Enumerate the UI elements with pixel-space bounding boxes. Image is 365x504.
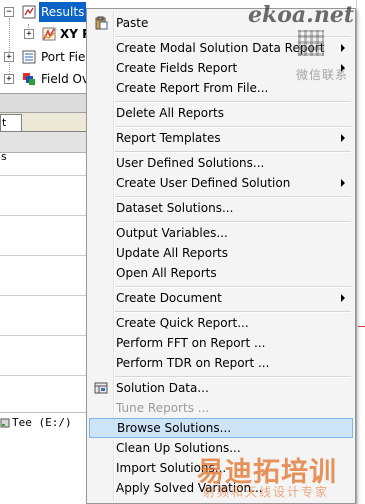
menu-item-label: Perform TDR on Report ... <box>116 356 270 370</box>
menu-item-perform-fft-on-report[interactable]: Perform FFT on Report ... <box>89 333 353 353</box>
divider <box>0 335 88 336</box>
solution-data-icon <box>94 382 108 394</box>
tab-strip: t <box>0 113 100 132</box>
menu-item-label: Create User Defined Solution <box>116 176 291 190</box>
qr-code-icon <box>298 30 324 56</box>
tree-item-label: Port Fie <box>41 50 86 64</box>
tree-item-results[interactable]: − Results <box>0 2 100 22</box>
tab-project[interactable]: t <box>0 114 22 131</box>
menu-item-create-quick-report[interactable]: Create Quick Report... <box>89 313 353 333</box>
tree-item-port-field[interactable]: + Port Fie <box>0 47 100 67</box>
menu-item-label: User Defined Solutions... <box>116 156 265 170</box>
drive-label: Tee (E:/) <box>12 416 72 429</box>
menu-item-delete-all-reports[interactable]: Delete All Reports <box>89 103 353 123</box>
drive-icon <box>0 418 10 428</box>
menu-item-label: Browse Solutions... <box>117 421 232 435</box>
menu-item-solution-data[interactable]: Solution Data... <box>89 378 353 398</box>
watermark-bottom: 易迪拓培训 射频和天线设计专家 <box>195 450 365 504</box>
results-folder-icon <box>22 5 36 19</box>
divider <box>0 215 88 216</box>
menu-item-create-document[interactable]: Create Document <box>89 288 353 308</box>
menu-item-label: Perform FFT on Report ... <box>116 336 266 350</box>
menu-item-label: Delete All Reports <box>116 106 224 120</box>
menu-item-label: Create Fields Report <box>116 61 238 75</box>
submenu-arrow-icon <box>341 134 345 142</box>
plot-trace-fragment <box>358 326 365 327</box>
expand-icon[interactable]: + <box>4 52 14 62</box>
paste-icon <box>95 16 108 30</box>
tree-item-field-overlays[interactable]: + Field Ov <box>0 69 100 89</box>
menu-item-tune-reports: Tune Reports ... <box>89 398 353 418</box>
horizontal-scrollbar[interactable] <box>0 93 100 113</box>
divider <box>0 295 88 296</box>
tree-item-label: Field Ov <box>41 72 90 86</box>
menu-item-label: Output Variables... <box>116 226 228 240</box>
menu-item-perform-tdr-on-report[interactable]: Perform TDR on Report ... <box>89 353 353 373</box>
tree-item-xy-plot[interactable]: + XY P <box>0 24 100 44</box>
menu-item-dataset-solutions[interactable]: Dataset Solutions... <box>89 198 353 218</box>
collapse-icon[interactable]: − <box>4 7 14 17</box>
watermark-slogan: 射频和天线设计专家 <box>203 485 330 499</box>
properties-header <box>0 132 100 153</box>
menu-item-label: Update All Reports <box>116 246 228 260</box>
menu-item-open-all-reports[interactable]: Open All Reports <box>89 263 353 283</box>
menu-item-label: Open All Reports <box>116 266 217 280</box>
menu-item-label: Solution Data... <box>116 381 209 395</box>
menu-item-create-user-defined-solution[interactable]: Create User Defined Solution <box>89 173 353 193</box>
menu-item-label: Create Quick Report... <box>116 316 249 330</box>
watermark-text: 微信联系 <box>296 68 349 82</box>
watermark-logo: ekoa.net <box>248 2 354 28</box>
divider <box>0 255 88 256</box>
expand-icon[interactable]: + <box>24 29 34 39</box>
port-field-icon <box>22 50 36 64</box>
expand-icon[interactable]: + <box>4 74 14 84</box>
xy-plot-icon <box>42 27 56 41</box>
divider <box>0 375 88 376</box>
divider <box>0 175 88 176</box>
menu-item-report-templates[interactable]: Report Templates <box>89 128 353 148</box>
file-tree-row[interactable]: Tee (E:/) <box>0 412 100 433</box>
submenu-arrow-icon <box>341 179 345 187</box>
menu-item-user-defined-solutions[interactable]: User Defined Solutions... <box>89 153 353 173</box>
menu-item-label: Paste <box>116 16 149 30</box>
menu-item-label: Dataset Solutions... <box>116 201 234 215</box>
menu-item-update-all-reports[interactable]: Update All Reports <box>89 243 353 263</box>
field-overlays-icon <box>23 73 35 85</box>
submenu-arrow-icon <box>341 294 345 302</box>
menu-item-browse-solutions[interactable]: Browse Solutions... <box>89 418 353 438</box>
watermark-top: ekoa.net 微信联系 <box>240 0 365 90</box>
tree-item-label: Results <box>39 2 87 22</box>
menu-item-label: Create Document <box>116 291 222 305</box>
menu-item-label: Tune Reports ... <box>116 401 210 415</box>
properties-label-fragment: s <box>1 150 7 163</box>
menu-item-output-variables[interactable]: Output Variables... <box>89 223 353 243</box>
menu-item-label: Report Templates <box>116 131 221 145</box>
